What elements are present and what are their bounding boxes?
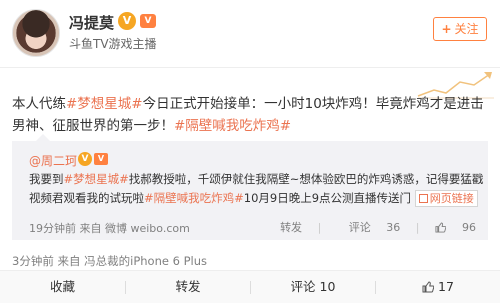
quoted-like-button[interactable]: 96 xyxy=(435,221,476,234)
topic-link[interactable]: #梦想星城# xyxy=(64,172,129,186)
quote-caret xyxy=(36,134,50,141)
plus-icon: + xyxy=(441,22,452,36)
quoted-username[interactable]: @周二珂 xyxy=(29,152,77,169)
repost-button[interactable]: 转发 xyxy=(126,271,250,303)
thumbs-up-icon xyxy=(422,281,435,293)
quoted-like-count: 96 xyxy=(462,221,476,234)
web-link-label: 网页链接 xyxy=(429,192,474,205)
topic-link[interactable]: #梦想星城# xyxy=(66,96,143,112)
quoted-text-segment: 我要到 xyxy=(29,172,64,186)
thumbs-up-icon xyxy=(435,222,446,233)
user-subtitle: 斗鱼TV游戏主播 xyxy=(69,37,157,51)
comment-button[interactable]: 评论 10 xyxy=(251,271,375,303)
separator: | xyxy=(415,221,420,234)
follow-label: 关注 xyxy=(454,22,479,36)
quoted-meta: 19分钟前 来自 微博 weibo.com xyxy=(29,222,190,235)
quoted-comment-label: 评论 xyxy=(348,221,371,234)
avatar[interactable] xyxy=(12,9,60,57)
quoted-comment-count: 36 xyxy=(386,221,401,234)
post-text-segment: 本人代练 xyxy=(12,96,66,112)
vip-badge-icon: V xyxy=(94,153,108,165)
like-count: 17 xyxy=(438,279,454,294)
topic-link[interactable]: #隔壁喊我吃炸鸡# xyxy=(144,191,244,205)
quoted-repost-button[interactable]: 转发 xyxy=(280,221,302,234)
comment-label: 评论 xyxy=(290,279,316,294)
vip-badge-icon: V xyxy=(140,14,156,28)
link-icon xyxy=(418,194,428,203)
quoted-text-segment: 10月9日晚上9点公测直播传送门 xyxy=(243,191,412,205)
quoted-comment-button[interactable]: 评论 36 xyxy=(337,221,401,234)
topic-link[interactable]: #隔壁喊我吃炸鸡# xyxy=(174,118,291,134)
collect-button[interactable]: 收藏 xyxy=(0,271,125,303)
quoted-text: 我要到#梦想星城#找郝教授啦，千颂伊就住我隔壁~想体验欧巴的炸鸡诱惑，记得要猛戳… xyxy=(29,170,484,208)
weibo-post-card: 冯提莫 V V 斗鱼TV游戏主播 + 关注 本人代练#梦想星城#今日正式开始接单：… xyxy=(0,0,500,303)
comment-count: 10 xyxy=(319,279,336,294)
separator: | xyxy=(317,221,322,234)
post-text: 本人代练#梦想星城#今日正式开始接单：一小时10块炸鸡！毕竟炸鸡才是进击男神、征… xyxy=(12,93,490,137)
username[interactable]: 冯提莫 xyxy=(69,12,114,33)
follow-button[interactable]: + 关注 xyxy=(433,17,487,41)
quoted-post: @周二珂 V V 我要到#梦想星城#找郝教授啦，千颂伊就住我隔壁~想体验欧巴的炸… xyxy=(12,134,488,240)
web-link[interactable]: 网页链接 xyxy=(414,190,478,207)
action-bar: 收藏 转发 评论 10 17 xyxy=(0,270,500,303)
verified-badge-icon: V xyxy=(78,152,92,166)
quoted-actions: 转发 | 评论 36 | 96 xyxy=(268,219,476,235)
verified-badge-icon: V xyxy=(118,12,136,30)
like-button[interactable]: 17 xyxy=(376,271,500,303)
post-meta: 3分钟前 来自 冯总裁的iPhone 6 Plus xyxy=(12,254,207,268)
